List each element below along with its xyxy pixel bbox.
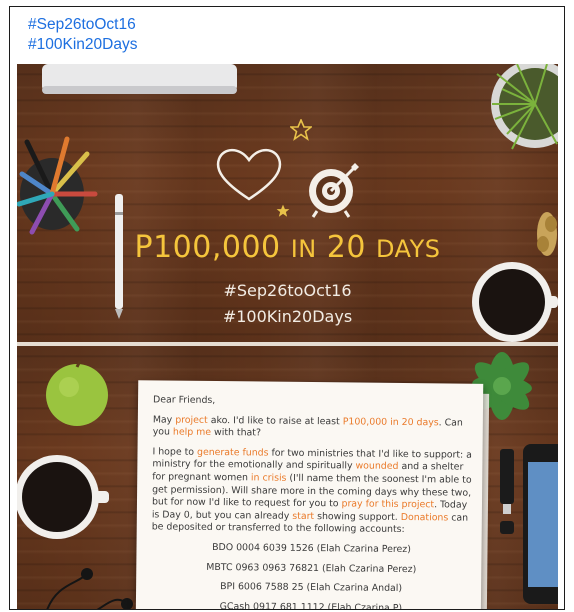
target-icon <box>309 163 359 218</box>
headline-number: 20 <box>326 230 366 265</box>
letter-paragraph-2: I hope to generate funds for two ministr… <box>151 446 473 536</box>
account-line-3: BPI 6006 7588 25 (Elah Czarina Andal) <box>220 581 403 595</box>
post-image[interactable]: P100,000 IN 20 DAYS #Sep26toOct16 #100Ki… <box>17 64 558 610</box>
earphones-illustration <box>46 568 133 609</box>
headline-days: DAYS <box>376 235 441 263</box>
heart-icon <box>216 148 282 201</box>
pencil-cup-illustration <box>17 136 98 235</box>
coffee-cup-top-illustration <box>472 262 558 342</box>
letter-text: Dear Friends, May project ako. I'd like … <box>151 394 473 610</box>
green-apple-illustration <box>46 360 108 426</box>
plant-pot-top-illustration <box>491 64 558 150</box>
coffee-cup-bottom-illustration <box>17 455 109 539</box>
hashtag-link-2[interactable]: #100Kin20Days <box>28 35 137 55</box>
letter-paper: Dear Friends, May project ako. I'd like … <box>135 380 484 610</box>
smartphone-illustration <box>523 444 558 604</box>
star-icon <box>290 119 312 141</box>
headline-in: IN <box>290 235 317 263</box>
letter-greeting: Dear Friends, <box>153 394 216 407</box>
letter-paragraph-1: May project ako. I'd like to raise at le… <box>152 413 463 439</box>
headline-amount: P100,000 <box>134 230 281 265</box>
account-line-4: GCash 0917 681 1112 (Elah Czarina P) <box>219 600 403 610</box>
post-card: #Sep26toOct16 #100Kin20Days P100,000 IN … <box>9 6 565 610</box>
hashtag-link-1[interactable]: #Sep26toOct16 <box>28 15 137 35</box>
account-line-1: BDO 0004 6039 1526 (Elah Czarina Perez) <box>212 541 411 556</box>
laptop-illustration <box>42 64 237 94</box>
post-hashtags: #Sep26toOct16 #100Kin20Days <box>28 15 137 55</box>
account-line-2: MBTC 0963 0963 76821 (Elah Czarina Perez… <box>206 561 417 575</box>
usb-drive-illustration <box>500 449 514 534</box>
small-star-icon <box>276 204 290 217</box>
